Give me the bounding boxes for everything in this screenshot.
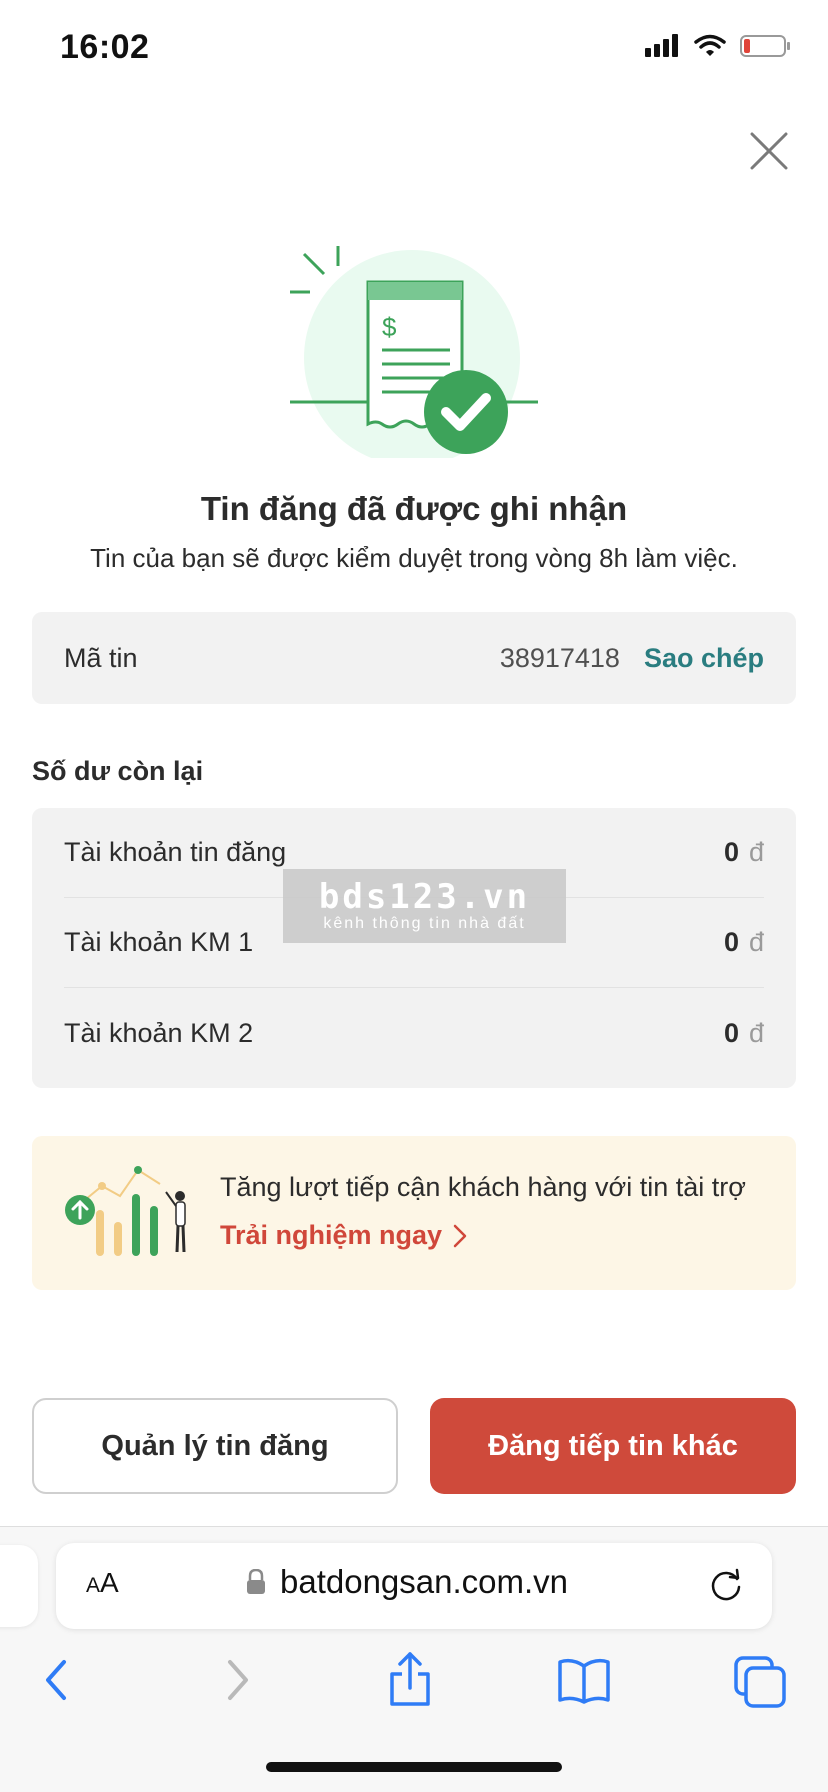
chevron-right-icon <box>453 1224 467 1247</box>
lock-icon <box>247 1569 265 1594</box>
promo-text: Tăng lượt tiếp cận khách hàng với tin tà… <box>220 1172 746 1202</box>
browser-toolbar <box>0 1650 828 1710</box>
success-receipt-illustration: $ <box>286 236 540 466</box>
balance-label: Tài khoản KM 2 <box>64 1017 254 1048</box>
wifi-icon <box>694 34 726 56</box>
sponsored-promo-banner[interactable]: Tăng lượt tiếp cận khách hàng với tin tà… <box>32 1136 796 1290</box>
back-icon[interactable] <box>28 1650 88 1710</box>
forward-icon[interactable] <box>206 1650 266 1710</box>
close-icon <box>750 132 788 170</box>
reader-text-size-button[interactable]: AA <box>86 1567 119 1599</box>
battery-icon <box>740 35 790 57</box>
previous-tab-preview[interactable] <box>0 1545 38 1627</box>
balance-unit: đ <box>748 927 764 957</box>
listing-code-box: Mã tin 38917418 Sao chép <box>32 612 796 704</box>
url-text: batdongsan.com.vn <box>280 1563 569 1600</box>
copy-code-button[interactable]: Sao chép <box>644 643 764 674</box>
try-now-link[interactable]: Trải nghiệm ngay <box>220 1220 468 1251</box>
aa-big-letter: A <box>100 1567 119 1598</box>
confirmation-title: Tin đăng đã được ghi nhận <box>200 490 628 527</box>
home-indicator[interactable] <box>266 1762 562 1772</box>
address-bar[interactable]: AA batdongsan.com.vn <box>56 1543 772 1629</box>
reload-icon[interactable] <box>706 1565 746 1605</box>
confirmation-subtitle: Tin của bạn sẽ được kiểm duyệt trong vòn… <box>90 543 738 573</box>
manage-listings-button[interactable]: Quản lý tin đăng <box>32 1398 398 1494</box>
balance-unit: đ <box>748 1017 764 1048</box>
status-icons <box>644 34 792 58</box>
status-bar: 16:02 <box>0 0 828 100</box>
url-display[interactable]: batdongsan.com.vn <box>246 1563 568 1601</box>
post-another-listing-button[interactable]: Đăng tiếp tin khác <box>430 1398 796 1494</box>
watermark: bds123.vn kênh thông tin nhà đất <box>283 869 566 943</box>
watermark-sub: kênh thông tin nhà đất <box>323 915 526 932</box>
tabs-icon[interactable] <box>730 1650 790 1710</box>
bookmarks-icon[interactable] <box>554 1650 614 1710</box>
watermark-main: bds123.vn <box>318 877 531 917</box>
aa-small-letter: A <box>86 1574 101 1597</box>
close-button[interactable] <box>746 128 792 174</box>
balance-value: 0 <box>723 927 739 957</box>
try-now-label: Trải nghiệm ngay <box>220 1220 443 1250</box>
listing-code-value: 38917418 <box>499 642 620 673</box>
status-time: 16:02 <box>60 28 150 66</box>
balance-section-title: Số dư còn lại <box>32 756 204 786</box>
growth-chart-illustration <box>62 1160 192 1270</box>
balance-list: Tài khoản tin đăng 0 đ Tài khoản KM 1 0 … <box>32 808 796 1088</box>
balance-row: Tài khoản KM 2 0 đ <box>64 988 764 1078</box>
signal-icon <box>645 34 678 57</box>
balance-value: 0 <box>723 1017 739 1048</box>
listing-code-label: Mã tin <box>64 642 138 673</box>
balance-unit: đ <box>748 837 764 867</box>
balance-value: 0 <box>723 837 739 867</box>
svg-text:$: $ <box>382 312 397 342</box>
share-icon[interactable] <box>380 1650 440 1710</box>
balance-label: Tài khoản tin đăng <box>64 837 287 867</box>
